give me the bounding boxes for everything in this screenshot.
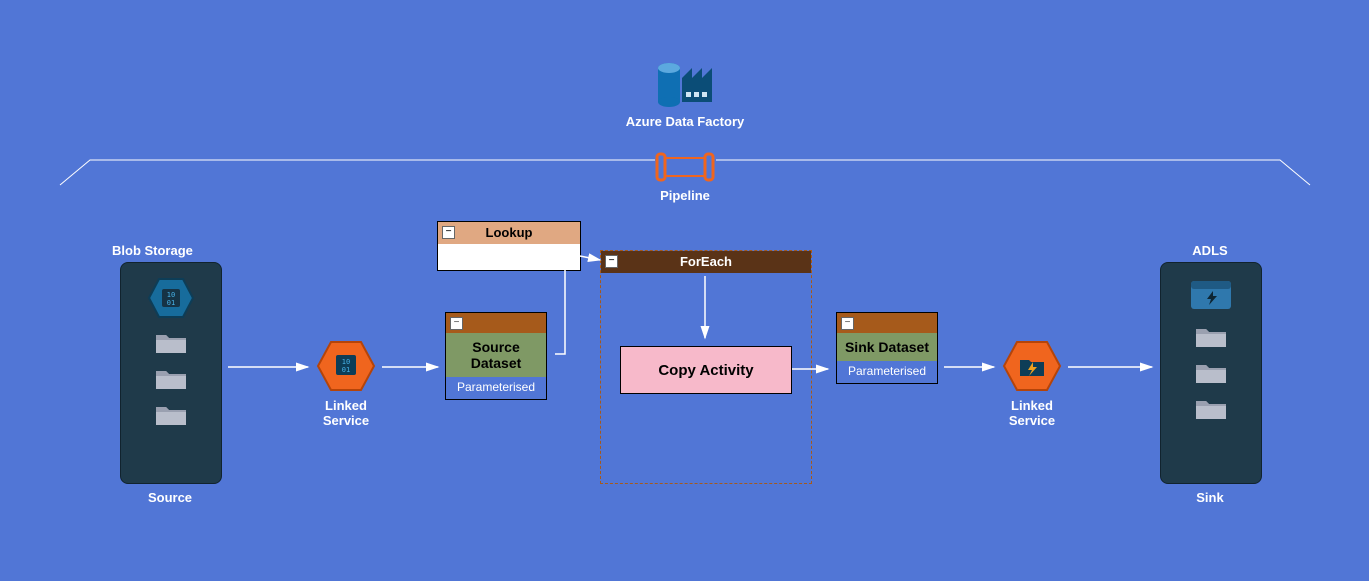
folder-icon [1194,359,1228,385]
svg-text:10: 10 [342,358,350,366]
svg-text:01: 01 [342,366,350,374]
pipeline-label: Pipeline [640,188,730,203]
folder-icon [1194,323,1228,349]
minus-icon: − [605,255,618,268]
lookup-box: − Lookup [437,221,581,271]
sink-footer: Sink [1160,490,1260,505]
source-linked-service-label: Linked Service [310,398,382,428]
folder-icon [154,329,188,355]
blob-storage-icon: 10 01 [147,277,195,319]
svg-text:10: 10 [167,291,175,299]
svg-text:01: 01 [167,299,175,307]
azure-data-factory-icon [650,56,720,111]
folder-icon [1194,395,1228,421]
sink-dataset-box: − Sink Dataset Parameterised [836,312,938,384]
diagram-canvas: Azure Data Factory Pipeline Blob Storage… [0,0,1369,581]
sink-storage-box [1160,262,1262,484]
sink-linked-service-label: Linked Service [996,398,1068,428]
minus-icon: − [442,226,455,239]
adls-icon [1189,277,1233,313]
folder-icon [154,365,188,391]
source-storage-box: 10 01 [120,262,222,484]
pipeline-icon [654,152,716,185]
adf-label: Azure Data Factory [610,114,760,129]
folder-icon [154,401,188,427]
lookup-label: Lookup [486,225,533,240]
sink-title: ADLS [1160,243,1260,258]
sink-dataset-title: Sink Dataset [837,333,937,361]
source-dataset-title: Source Dataset [446,333,546,377]
copy-activity-label: Copy Activity [658,362,753,379]
foreach-label: ForEach [680,254,732,269]
sink-linked-service-icon [1002,340,1062,392]
copy-activity-box: Copy Activity [620,346,792,394]
source-footer: Source [120,490,220,505]
source-dataset-box: − Source Dataset Parameterised [445,312,547,400]
source-linked-service-icon: 10 01 [316,340,376,392]
minus-icon: − [450,317,463,330]
source-title: Blob Storage [112,243,232,258]
source-dataset-param: Parameterised [446,377,546,399]
sink-dataset-param: Parameterised [837,361,937,383]
minus-icon: − [841,317,854,330]
